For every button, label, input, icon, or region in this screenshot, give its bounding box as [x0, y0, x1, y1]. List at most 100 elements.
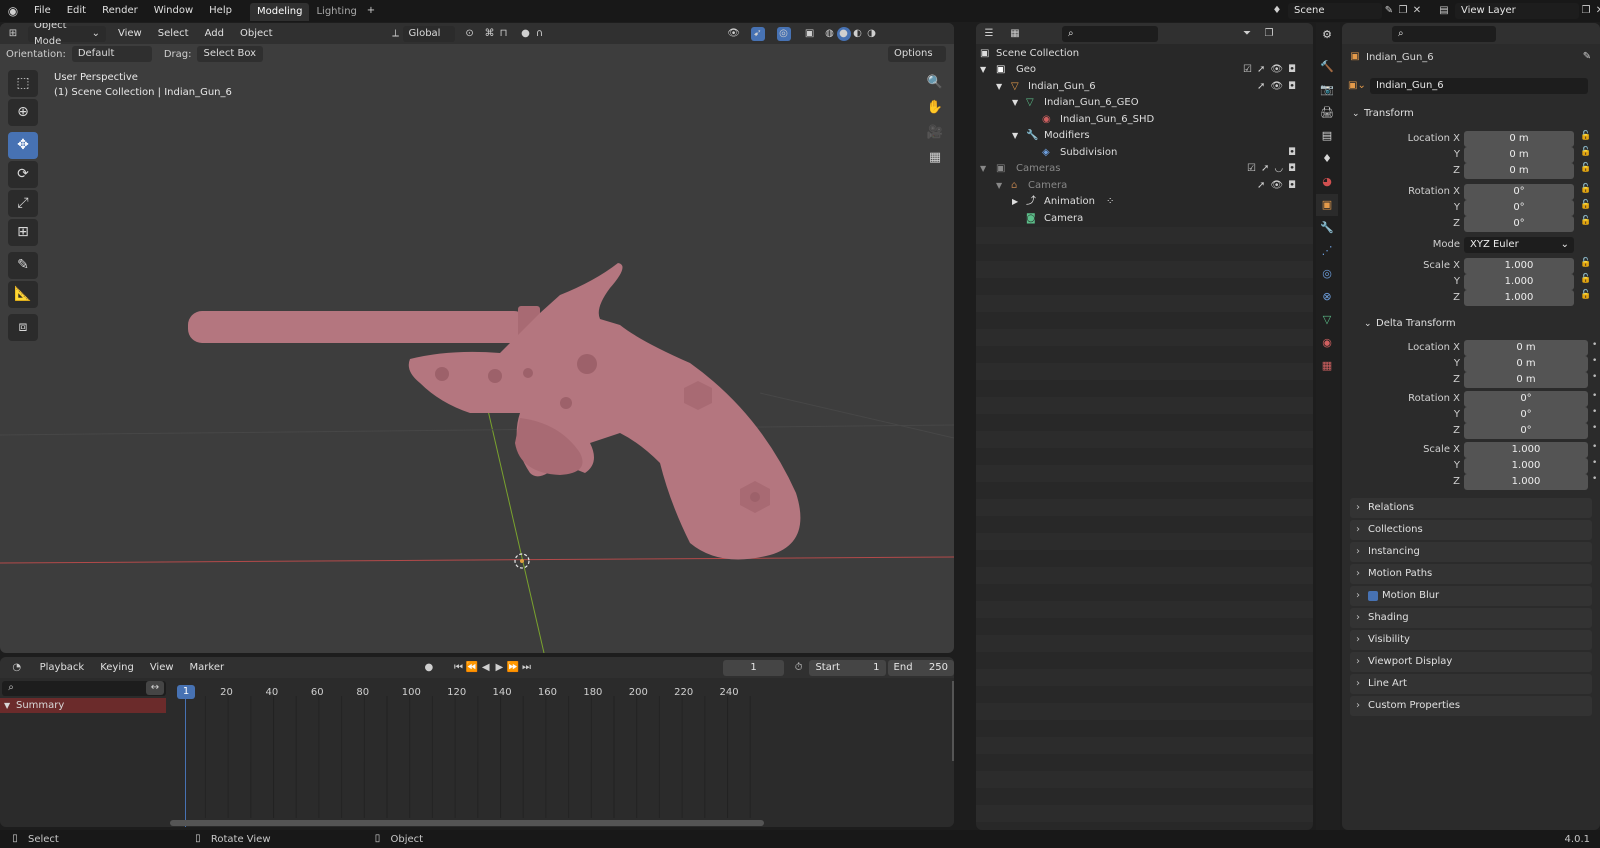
lock-icon[interactable]: 🔓: [1580, 131, 1591, 141]
play-reverse-icon[interactable]: ◀: [479, 661, 493, 675]
eye-icon[interactable]: 👁: [1270, 180, 1288, 191]
delta-location-x-field[interactable]: 0 m: [1464, 340, 1588, 356]
particles-tab-icon[interactable]: ⋰: [1316, 240, 1338, 262]
timeline-menu-keying[interactable]: Keying: [92, 657, 142, 679]
dot-icon[interactable]: •: [1592, 372, 1597, 382]
summary-channel[interactable]: ▼ Summary: [0, 698, 166, 713]
lock-icon[interactable]: 🔓: [1580, 163, 1591, 173]
pan-hand-icon[interactable]: ✋: [924, 97, 946, 119]
constraints-tab-icon[interactable]: ⊗: [1316, 286, 1338, 308]
collapse-triangle-icon[interactable]: ▼: [980, 160, 986, 177]
collapse-triangle-icon[interactable]: ▼: [980, 61, 986, 78]
dopesheet-area[interactable]: 1 20 40 60 80 100 120 140 160 180 200 220 240: [166, 678, 954, 827]
grid-view-icon[interactable]: ▦: [924, 147, 946, 169]
render-camera-icon[interactable]: ◘: [1288, 144, 1301, 161]
collapse-triangle-icon[interactable]: ▼: [1012, 127, 1018, 144]
timeline-scrollbar[interactable]: [170, 820, 764, 826]
new-view-layer-icon[interactable]: ❐: [1579, 4, 1593, 18]
section-collections[interactable]: Collections: [1350, 520, 1592, 540]
visibility-filter-icon[interactable]: 👁: [727, 27, 741, 41]
collapse-triangle-icon[interactable]: ▼: [996, 78, 1002, 95]
rendered-shading-icon[interactable]: ◑: [865, 27, 879, 41]
falloff-icon[interactable]: ∩: [533, 27, 547, 41]
outliner-row-geo[interactable]: ▼ ▣ Geo ☑➚👁◘: [976, 61, 1313, 78]
outliner-row-indian-gun[interactable]: ▼ ▽ Indian_Gun_6 ➚👁◘: [976, 78, 1313, 95]
timeline-search-input[interactable]: ⌕: [2, 681, 166, 696]
section-visibility[interactable]: Visibility: [1350, 630, 1592, 650]
outliner-search-input[interactable]: ⌕: [1062, 25, 1158, 42]
add-cube-tool[interactable]: ⧈: [8, 314, 38, 341]
rotation-z-field[interactable]: 0°: [1464, 216, 1574, 232]
eye-icon[interactable]: 👁: [1270, 81, 1288, 92]
properties-editor[interactable]: ⌕ ▣ Indian_Gun_6 ✎ ▣⌄ Indian_Gun_6 ⌄ Tra…: [1342, 23, 1600, 830]
sync-arrows-icon[interactable]: ↔: [146, 681, 164, 695]
transform-panel-header[interactable]: ⌄ Transform: [1348, 104, 1594, 124]
jump-end-icon[interactable]: ⏭: [520, 661, 534, 675]
row-toggles[interactable]: ➚👁◘: [1257, 78, 1301, 95]
viewport-menu-select[interactable]: Select: [150, 23, 197, 45]
scale-y-field[interactable]: 1.000: [1464, 274, 1574, 290]
rotation-mode-dropdown[interactable]: XYZ Euler ⌄: [1464, 237, 1574, 253]
checkbox-icon[interactable]: ☑: [1243, 64, 1257, 75]
viewport-menu-view[interactable]: View: [110, 23, 150, 45]
lock-icon[interactable]: 🔓: [1580, 184, 1591, 194]
select-arrow-icon[interactable]: ➚: [1257, 81, 1270, 92]
rotation-x-field[interactable]: 0°: [1464, 184, 1574, 200]
section-motion-paths[interactable]: Motion Paths: [1350, 564, 1592, 584]
data-tab-icon[interactable]: ▽: [1316, 309, 1338, 331]
scene-name-field[interactable]: Scene: [1288, 3, 1382, 19]
render-camera-icon[interactable]: ◘: [1288, 163, 1301, 174]
select-arrow-icon[interactable]: ➚: [1257, 64, 1270, 75]
3d-viewport[interactable]: ⊞ Object Mode ⌄ View Select Add Object ⟂ …: [0, 23, 954, 653]
section-instancing[interactable]: Instancing: [1350, 542, 1592, 562]
menu-file[interactable]: File: [26, 0, 59, 22]
scale-z-field[interactable]: 1.000: [1464, 290, 1574, 306]
delta-rotation-y-field[interactable]: 0°: [1464, 407, 1588, 423]
rotate-tool[interactable]: ⟳: [8, 161, 38, 188]
location-z-field[interactable]: 0 m: [1464, 163, 1574, 179]
eye-closed-icon[interactable]: ◡: [1274, 163, 1288, 174]
outliner-row-gun-shd[interactable]: ◉ Indian_Gun_6_SHD: [976, 111, 1313, 128]
outliner-editor-type-icon[interactable]: ☰: [982, 27, 996, 41]
timeline-menu-marker[interactable]: Marker: [182, 657, 233, 679]
lock-icon[interactable]: 🔓: [1580, 216, 1591, 226]
next-keyframe-icon[interactable]: ⏩: [506, 661, 520, 675]
lock-icon[interactable]: 🔓: [1580, 290, 1591, 300]
delete-scene-icon[interactable]: ✕: [1410, 4, 1424, 18]
outliner-row-scene-collection[interactable]: ▣ Scene Collection: [976, 45, 1313, 62]
transform-tool[interactable]: ⊞: [8, 219, 38, 246]
view-layer-selector[interactable]: ▤ View Layer ❐ ✕: [1437, 3, 1600, 19]
scene-tab-icon[interactable]: ♦: [1316, 148, 1338, 170]
prev-keyframe-icon[interactable]: ⏪: [465, 661, 479, 675]
pivot-point-icon[interactable]: ⊙: [463, 27, 477, 41]
timeline-editor-type-icon[interactable]: ◔: [10, 661, 24, 675]
tab-lighting[interactable]: Lighting: [309, 3, 363, 21]
select-arrow-icon[interactable]: ➚: [1257, 180, 1270, 191]
wireframe-shading-icon[interactable]: ◍: [823, 27, 837, 41]
collapse-triangle-icon[interactable]: ▼: [996, 177, 1002, 194]
editor-type-icon[interactable]: ⊞: [6, 27, 20, 41]
tool-tab-icon[interactable]: 🔨: [1316, 56, 1338, 78]
outliner-row-subdivision[interactable]: ◈ Subdivision ◘: [976, 144, 1313, 161]
gizmo-toggle-icon[interactable]: ➹: [750, 26, 765, 41]
location-y-field[interactable]: 0 m: [1464, 147, 1574, 163]
proportional-edit-icon[interactable]: ●: [519, 27, 533, 41]
section-relations[interactable]: Relations: [1350, 498, 1592, 518]
outliner-row-camera-object[interactable]: ▼ ⌂ Camera ➚👁◘: [976, 177, 1313, 194]
delta-transform-header[interactable]: ⌄ Delta Transform: [1360, 314, 1590, 334]
object-name-field[interactable]: Indian_Gun_6: [1370, 78, 1588, 94]
transform-orientation-dropdown[interactable]: Global: [402, 25, 455, 42]
properties-search-input[interactable]: ⌕: [1392, 25, 1496, 42]
world-tab-icon[interactable]: ◕: [1316, 171, 1338, 193]
solid-shading-icon[interactable]: ●: [836, 26, 851, 41]
pin-icon[interactable]: ✎: [1382, 4, 1396, 18]
rotation-y-field[interactable]: 0°: [1464, 200, 1574, 216]
section-line-art[interactable]: Line Art: [1350, 674, 1592, 694]
texture-tab-icon[interactable]: ▦: [1316, 355, 1338, 377]
options-dropdown[interactable]: Options: [888, 46, 946, 62]
dot-icon[interactable]: •: [1592, 407, 1597, 417]
location-x-field[interactable]: 0 m: [1464, 131, 1574, 147]
blender-logo-icon[interactable]: ◉: [6, 4, 20, 18]
row-toggles[interactable]: ☑➚◡◘: [1247, 160, 1301, 177]
menu-help[interactable]: Help: [201, 0, 240, 22]
